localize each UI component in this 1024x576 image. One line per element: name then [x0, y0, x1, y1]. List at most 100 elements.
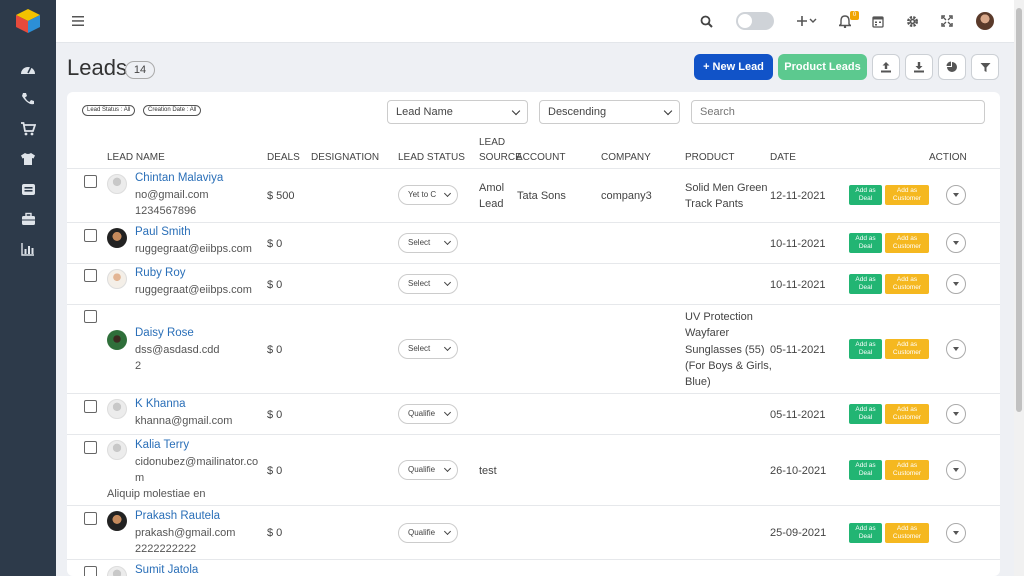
- lead-status-select[interactable]: Select: [398, 339, 458, 359]
- add-as-deal-button[interactable]: Add as Deal: [849, 404, 882, 424]
- date-value: 25-09-2021: [770, 527, 827, 539]
- lead-name-link[interactable]: Chintan Malaviya: [135, 172, 223, 184]
- col-lead-status[interactable]: LEAD STATUS: [398, 152, 465, 163]
- lead-name-link[interactable]: Kalia Terry: [135, 439, 189, 451]
- new-lead-button[interactable]: + New Lead: [694, 54, 773, 80]
- row-checkbox[interactable]: [84, 269, 97, 282]
- calendar-icon[interactable]: [870, 11, 886, 31]
- col-lead-source-line1[interactable]: LEAD: [479, 137, 505, 148]
- row-checkbox[interactable]: [84, 512, 97, 525]
- row-checkbox[interactable]: [84, 441, 97, 454]
- deals-value: $ 0: [267, 465, 283, 477]
- btn-label: Add as: [896, 276, 918, 283]
- row-action-dropdown[interactable]: [946, 233, 966, 253]
- lead-name-link[interactable]: Sumit Jatola: [135, 564, 198, 576]
- col-company[interactable]: COMPANY: [601, 152, 651, 163]
- add-as-customer-button[interactable]: Add as Customer: [885, 339, 929, 359]
- row-action-dropdown[interactable]: [946, 339, 966, 359]
- product-leads-button[interactable]: Product Leads: [778, 54, 867, 80]
- bar-chart-icon[interactable]: [16, 239, 40, 259]
- app-logo-icon[interactable]: [15, 8, 41, 34]
- lead-name-link[interactable]: K Khanna: [135, 398, 186, 410]
- btn-label: Add as: [896, 406, 918, 413]
- add-as-deal-button[interactable]: Add as Deal: [849, 185, 882, 205]
- search-icon[interactable]: [698, 11, 714, 31]
- briefcase-icon[interactable]: [16, 209, 40, 229]
- btn-label: Add as: [855, 235, 876, 242]
- lead-status-select[interactable]: Qualifie: [398, 523, 458, 543]
- btn-label: Deal: [858, 284, 873, 291]
- notification-badge: 0: [850, 11, 859, 20]
- lead-status-select[interactable]: Select: [398, 274, 458, 294]
- creation-date-filter-chip[interactable]: Creation Date : All: [143, 105, 202, 116]
- date-value: 05-11-2021: [770, 344, 826, 356]
- row-action-dropdown[interactable]: [946, 274, 966, 294]
- add-as-deal-button[interactable]: Add as Deal: [849, 274, 882, 294]
- col-designation[interactable]: DESIGNATION: [311, 152, 379, 163]
- add-as-customer-button[interactable]: Add as Customer: [885, 185, 929, 205]
- lead-status-select[interactable]: Qualifie: [398, 460, 458, 480]
- row-checkbox[interactable]: [84, 229, 97, 242]
- btn-label: Add as: [896, 187, 918, 194]
- add-as-customer-button[interactable]: Add as Customer: [885, 460, 929, 480]
- avatar: [107, 399, 127, 419]
- plus-icon[interactable]: [796, 11, 818, 31]
- sort-order-select[interactable]: Descending: [539, 100, 680, 124]
- download-icon: [914, 62, 924, 73]
- row-checkbox[interactable]: [84, 400, 97, 413]
- cart-icon[interactable]: [16, 119, 40, 139]
- lead-status-select[interactable]: Yet to C: [398, 185, 458, 205]
- lead-name-link[interactable]: Ruby Roy: [135, 267, 186, 279]
- theme-toggle[interactable]: [736, 12, 774, 30]
- lead-status-select[interactable]: Select: [398, 233, 458, 253]
- upload-button[interactable]: [872, 54, 900, 80]
- dashboard-icon[interactable]: [16, 59, 40, 79]
- shirt-icon[interactable]: [16, 149, 40, 169]
- menu-icon[interactable]: [70, 11, 86, 31]
- row-action-dropdown[interactable]: [946, 460, 966, 480]
- filter-button[interactable]: [971, 54, 999, 80]
- user-avatar[interactable]: [976, 12, 994, 30]
- lead-name-link[interactable]: Paul Smith: [135, 226, 191, 238]
- btn-label: Deal: [858, 243, 873, 250]
- add-as-deal-button[interactable]: Add as Deal: [849, 233, 882, 253]
- lead-email: no@gmail.com: [135, 189, 209, 201]
- add-as-deal-button[interactable]: Add as Deal: [849, 460, 882, 480]
- scrollbar-thumb[interactable]: [1016, 8, 1022, 412]
- lead-phone: 1234567896: [135, 205, 197, 217]
- add-as-customer-button[interactable]: Add as Customer: [885, 404, 929, 424]
- add-as-deal-button[interactable]: Add as Deal: [849, 339, 882, 359]
- fullscreen-icon[interactable]: [939, 11, 955, 31]
- row-checkbox[interactable]: [84, 566, 97, 576]
- phone-icon[interactable]: [16, 89, 40, 109]
- lead-name-link[interactable]: Daisy Rose: [135, 327, 194, 339]
- gear-icon[interactable]: [904, 11, 920, 31]
- download-button[interactable]: [905, 54, 933, 80]
- lead-name-link[interactable]: Prakash Rautela: [135, 510, 220, 522]
- btn-label: Add as: [855, 187, 876, 194]
- btn-label: Customer: [892, 414, 922, 421]
- row-action-dropdown[interactable]: [946, 523, 966, 543]
- row-checkbox[interactable]: [84, 175, 97, 188]
- row-action-dropdown[interactable]: [946, 185, 966, 205]
- add-as-customer-button[interactable]: Add as Customer: [885, 274, 929, 294]
- search-input[interactable]: [691, 100, 985, 124]
- lead-status-select[interactable]: Qualifie: [398, 404, 458, 424]
- sort-field-select[interactable]: Lead Name: [387, 100, 528, 124]
- chart-button[interactable]: [938, 54, 966, 80]
- col-date[interactable]: DATE: [770, 152, 796, 163]
- col-lead-name[interactable]: LEAD NAME: [107, 152, 165, 163]
- lead-status-filter-chip[interactable]: Lead Status : All: [82, 105, 136, 116]
- lead-source: Amol: [479, 182, 505, 194]
- col-product[interactable]: PRODUCT: [685, 152, 734, 163]
- col-deals[interactable]: DEALS: [267, 152, 300, 163]
- add-as-deal-button[interactable]: Add as Deal: [849, 523, 882, 543]
- add-as-customer-button[interactable]: Add as Customer: [885, 233, 929, 253]
- row-checkbox[interactable]: [84, 310, 97, 323]
- btn-label: Customer: [892, 195, 922, 202]
- col-account[interactable]: ACCOUNT: [516, 152, 565, 163]
- add-as-customer-button[interactable]: Add as Customer: [885, 523, 929, 543]
- row-action-dropdown[interactable]: [946, 404, 966, 424]
- inbox-icon[interactable]: [16, 179, 40, 199]
- btn-label: Add as: [855, 276, 876, 283]
